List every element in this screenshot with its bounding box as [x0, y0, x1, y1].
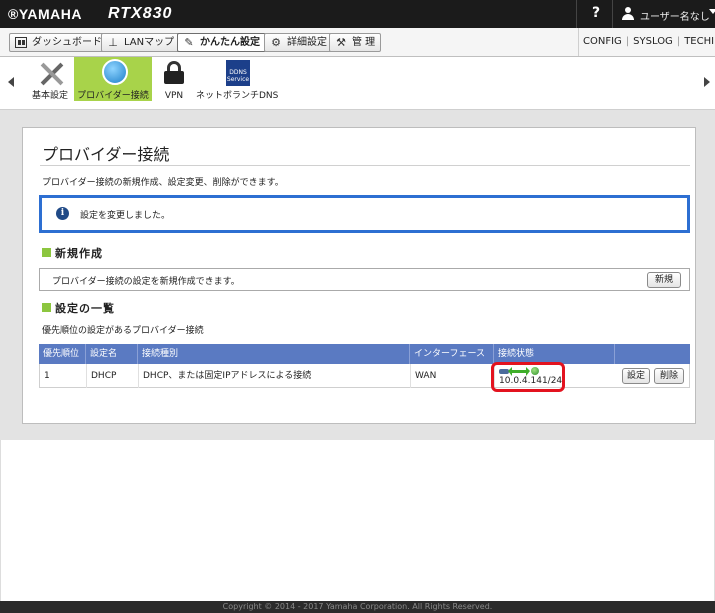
tab-lan-map[interactable]: ⊥ LANマップ — [101, 33, 181, 52]
user-icon — [622, 7, 634, 21]
notice-text: 設定を変更しました。 — [80, 211, 171, 221]
tab-easy-setup[interactable]: ✎ かんたん設定 — [177, 33, 266, 52]
techinfo-link[interactable]: TECHINFO — [684, 36, 715, 47]
section-title-list: 設定の一覧 — [55, 302, 115, 315]
new-button[interactable]: 新規 — [647, 272, 681, 288]
page-title: プロバイダー接続 — [42, 145, 170, 164]
tab-label: かんたん設定 — [200, 37, 260, 48]
cell-interface: WAN — [411, 364, 495, 388]
tab-management[interactable]: ⚒ 管 理 — [329, 33, 382, 52]
dns-service-icon: DDNS Service — [226, 60, 250, 86]
yamaha-logo: ®YAMAHA — [8, 6, 82, 22]
chevron-down-icon[interactable] — [709, 9, 715, 14]
divider — [40, 165, 690, 166]
syslog-link[interactable]: SYSLOG — [633, 36, 673, 47]
column-header: 優先順位 — [39, 344, 86, 364]
main-nav: ダッシュボード ⊥ LANマップ ✎ かんたん設定 ⚙ 詳細設定 ⚒ 管 理 C… — [0, 28, 715, 57]
column-header: 接続種別 — [138, 344, 410, 364]
utility-links: CONFIG|SYSLOG|TECHINFO — [583, 36, 715, 47]
column-header: 設定名 — [86, 344, 138, 364]
globe-icon — [102, 59, 128, 85]
toolbar-netvolante-dns[interactable]: DDNS Service ネットボランチDNS — [196, 57, 278, 101]
column-header — [615, 344, 690, 364]
toolbar-provider-connection[interactable]: プロバイダー接続 — [74, 57, 152, 101]
footer: Copyright © 2014 - 2017 Yamaha Corporati… — [0, 601, 715, 613]
toolbar-basic-settings[interactable]: 基本設定 — [28, 57, 72, 101]
list-description: 優先順位の設定があるプロバイダー接続 — [42, 326, 204, 336]
column-header: インターフェース — [410, 344, 494, 364]
tab-label: 管 理 — [352, 37, 376, 48]
new-section-box: プロバイダー接続の設定を新規作成できます。 新規 — [39, 268, 690, 291]
delete-button[interactable]: 削除 — [654, 368, 684, 384]
user-menu[interactable]: ユーザー名なし — [640, 8, 710, 23]
cell-priority: 1 — [40, 364, 87, 388]
table-header: 優先順位 設定名 接続種別 インターフェース 接続状態 — [39, 344, 690, 364]
page-background — [0, 440, 715, 601]
status-highlight-box — [491, 362, 565, 392]
tab-advanced-settings[interactable]: ⚙ 詳細設定 — [264, 33, 333, 52]
cell-name: DHCP — [87, 364, 139, 388]
easy-setup-icon: ✎ — [184, 36, 194, 49]
toolbar-vpn[interactable]: VPN — [156, 57, 192, 101]
toolbar-label: 基本設定 — [31, 91, 68, 101]
tab-label: ダッシュボード — [32, 37, 102, 48]
cell-type: DHCP、または固定IPアドレスによる接続 — [139, 364, 411, 388]
tools-icon — [40, 60, 64, 86]
lock-icon — [164, 61, 184, 84]
page-description: プロバイダー接続の新規作成、設定変更、削除ができます。 — [42, 178, 284, 188]
help-button[interactable]: ? — [588, 5, 604, 21]
config-link[interactable]: CONFIG — [583, 36, 622, 47]
tab-label: LANマップ — [124, 37, 175, 48]
toolbar-label: プロバイダー接続 — [77, 91, 149, 101]
toolbar-label: VPN — [164, 91, 184, 101]
dashboard-icon — [15, 37, 27, 48]
table-row: 1 DHCP DHCP、または固定IPアドレスによる接続 WAN 10.0.4.… — [39, 364, 690, 388]
divider — [576, 0, 577, 28]
gear-icon: ⚙ — [271, 36, 281, 49]
edit-button[interactable]: 設定 — [622, 368, 650, 384]
section-title-new: 新規作成 — [55, 247, 103, 260]
success-notice: i 設定を変更しました。 — [39, 195, 690, 233]
new-section-text: プロバイダー接続の設定を新規作成できます。 — [52, 277, 240, 287]
wrench-icon: ⚒ — [336, 36, 346, 49]
tab-dashboard[interactable]: ダッシュボード — [9, 33, 108, 52]
section-marker — [42, 303, 51, 312]
scroll-right-icon[interactable] — [704, 77, 710, 87]
divider — [612, 0, 613, 28]
top-bar: ®YAMAHA RTX830 ? ユーザー名なし — [0, 0, 715, 28]
toolbar-label: ネットボランチDNS — [196, 91, 279, 101]
info-icon: i — [56, 207, 69, 220]
column-header: 接続状態 — [494, 344, 615, 364]
section-marker — [42, 248, 51, 257]
lan-map-icon: ⊥ — [108, 36, 118, 49]
divider — [578, 28, 579, 56]
model-name: RTX830 — [108, 5, 173, 22]
setup-toolbar: 基本設定 プロバイダー接続 VPN DDNS Service ネットボランチDN… — [0, 57, 715, 110]
tab-label: 詳細設定 — [287, 37, 327, 48]
scroll-left-icon[interactable] — [8, 77, 14, 87]
